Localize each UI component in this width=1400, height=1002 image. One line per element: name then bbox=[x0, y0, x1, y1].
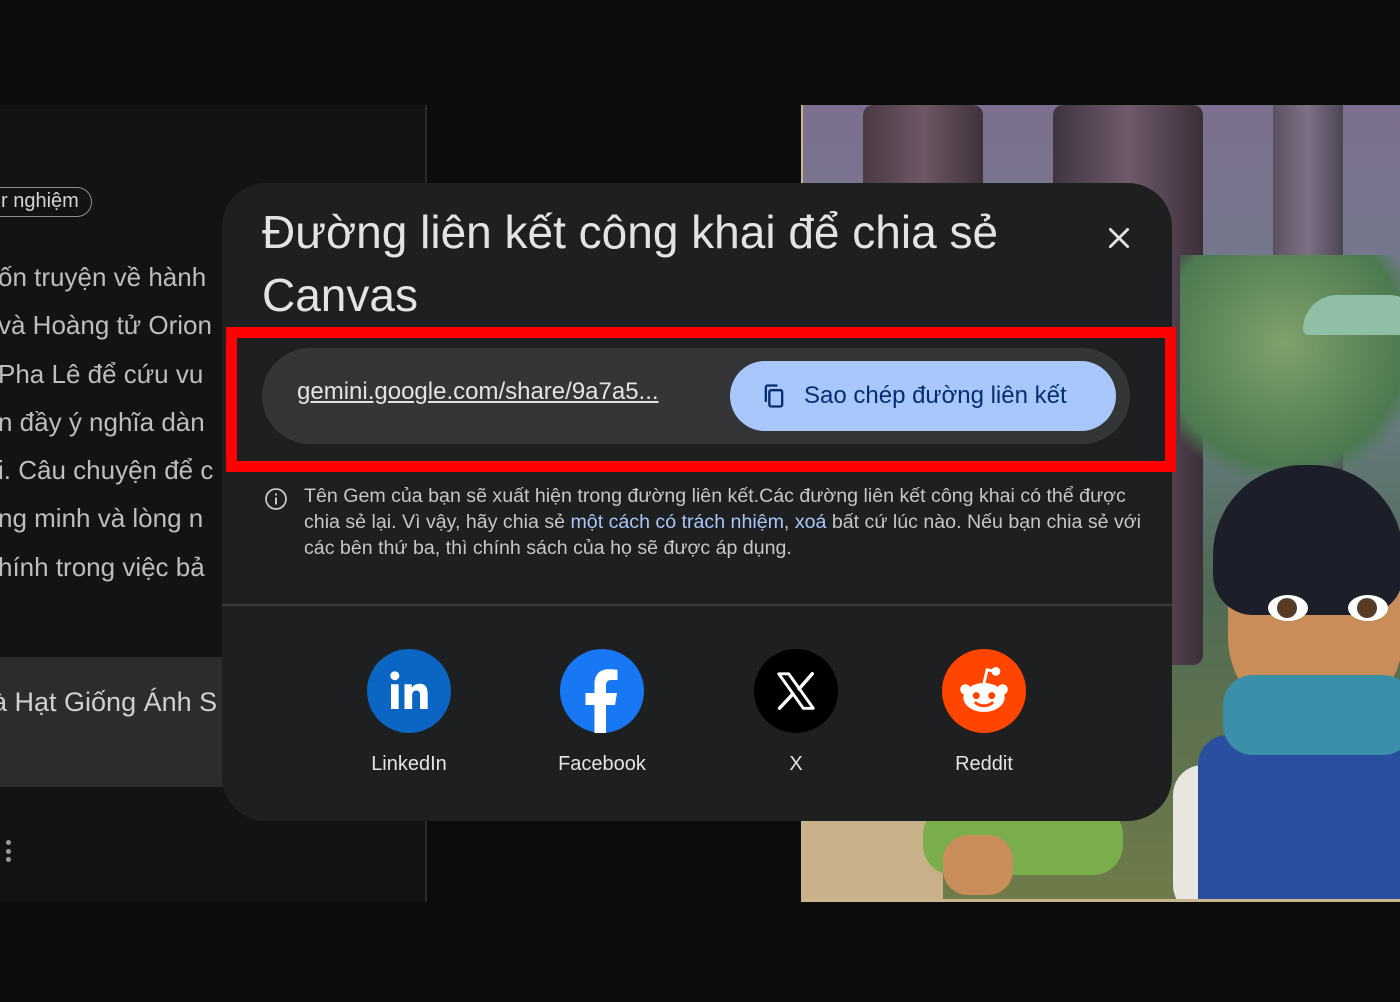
story-line: i. Câu chuyện để c bbox=[0, 455, 214, 486]
share-label: Facebook bbox=[558, 753, 646, 775]
story-line: hính trong việc bả bbox=[0, 551, 205, 582]
reddit-icon bbox=[942, 649, 1026, 733]
copy-icon bbox=[764, 384, 784, 408]
responsible-sharing-link[interactable]: một cách có trách nhiệm bbox=[570, 511, 783, 533]
share-dialog: Đường liên kết công khai để chia sẻ Canv… bbox=[222, 183, 1172, 821]
character-hand bbox=[943, 835, 1013, 895]
boy-vest bbox=[1198, 735, 1400, 899]
boy-hair bbox=[1213, 465, 1400, 615]
more-options-icon[interactable] bbox=[4, 840, 12, 862]
share-x-button[interactable]: X bbox=[716, 649, 876, 776]
share-linkedin-button[interactable]: LinkedIn bbox=[329, 649, 489, 776]
story-line: ốn truyện về hành bbox=[0, 262, 207, 292]
share-url[interactable]: gemini.google.com/share/9a7a5... bbox=[297, 376, 659, 408]
close-icon bbox=[1108, 227, 1130, 249]
delete-link[interactable]: xoá bbox=[795, 511, 827, 533]
share-reddit-button[interactable]: Reddit bbox=[904, 649, 1064, 776]
story-text: ốn truyện về hành và Hoàng tử Orion Pha … bbox=[0, 253, 213, 591]
dialog-divider bbox=[222, 604, 1172, 606]
story-line: Pha Lê để cứu vu bbox=[0, 358, 204, 389]
boy-scarf bbox=[1223, 675, 1400, 755]
facebook-icon bbox=[560, 649, 644, 733]
map-scroll bbox=[803, 815, 943, 899]
boy-eye bbox=[1348, 595, 1388, 621]
privacy-notice-text: Tên Gem của bạn sẽ xuất hiện trong đường… bbox=[304, 483, 1144, 561]
share-link-field: gemini.google.com/share/9a7a5... Sao ché… bbox=[262, 348, 1130, 444]
story-line: và Hoàng tử Orion bbox=[0, 310, 212, 341]
mushroom bbox=[1303, 295, 1400, 335]
info-icon bbox=[265, 488, 287, 510]
story-line: n đầy ý nghĩa dàn bbox=[0, 406, 205, 437]
share-label: LinkedIn bbox=[371, 753, 447, 775]
experimental-chip: r nghiệm bbox=[0, 187, 92, 217]
linkedin-icon bbox=[367, 649, 451, 733]
copy-link-button[interactable]: Sao chép đường liên kết bbox=[730, 361, 1116, 431]
notice-text: , bbox=[783, 511, 795, 533]
canvas-title: à Hạt Giống Ánh S bbox=[0, 687, 218, 717]
close-button[interactable] bbox=[1097, 216, 1141, 260]
share-facebook-button[interactable]: Facebook bbox=[522, 649, 682, 776]
story-line: ng minh và lòng n bbox=[0, 503, 204, 534]
boy-eye bbox=[1268, 595, 1308, 621]
share-label: Reddit bbox=[955, 753, 1013, 775]
x-icon bbox=[754, 649, 838, 733]
dialog-title: Đường liên kết công khai để chia sẻ Canv… bbox=[262, 206, 999, 321]
share-label: X bbox=[789, 753, 803, 775]
copy-link-label: Sao chép đường liên kết bbox=[804, 382, 1067, 409]
foliage bbox=[1180, 255, 1400, 475]
